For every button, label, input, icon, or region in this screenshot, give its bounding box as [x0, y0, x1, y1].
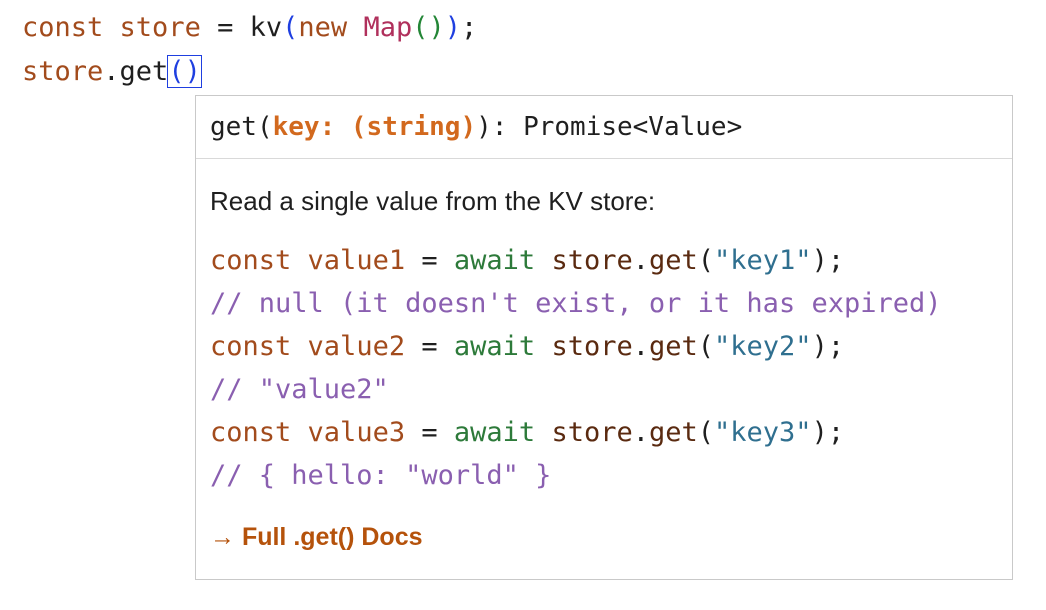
example-variable: value2 — [307, 331, 406, 362]
function-signature: get(key: (string)): Promise<Value> — [196, 96, 1012, 159]
example-string: "key3" — [714, 417, 812, 448]
example-method: get — [648, 245, 698, 276]
example-string: "key1" — [714, 245, 812, 276]
example-paren-close: ); — [811, 245, 845, 276]
example-method: get — [648, 417, 698, 448]
example-dot: . — [632, 331, 649, 362]
method-get: get — [119, 56, 169, 87]
description-text: Read a single value from the KV store: — [210, 186, 656, 216]
code-line-1[interactable]: const store = kv(new Map()); — [22, 6, 477, 50]
example-dot: . — [632, 417, 649, 448]
cursor-parens[interactable]: () — [167, 55, 202, 88]
example-line: const value1 = await store.get("key1"); — [210, 239, 1012, 282]
signature-active-param: key: (string) — [272, 112, 477, 142]
example-line: // { hello: "world" } — [210, 454, 1012, 497]
example-paren-close: ); — [811, 417, 845, 448]
signature-prefix: get( — [210, 112, 273, 142]
example-paren-open: ( — [697, 331, 715, 362]
paren-inner: () — [412, 12, 445, 43]
example-method: get — [648, 331, 698, 362]
example-variable: value3 — [307, 417, 406, 448]
example-await: await — [453, 245, 536, 276]
example-variable: value1 — [307, 245, 406, 276]
variable-store: store — [119, 12, 201, 43]
example-await: await — [453, 417, 536, 448]
example-operator: = — [421, 331, 438, 362]
object-store: store — [22, 56, 104, 87]
example-comment: // null (it doesn't exist, or it has exp… — [210, 288, 942, 319]
example-keyword: const — [210, 331, 292, 362]
example-keyword: const — [210, 245, 292, 276]
example-comment: // { hello: "world" } — [210, 460, 552, 491]
keyword-const: const — [22, 12, 104, 43]
popup-body: Read a single value from the KV store: c… — [196, 159, 1012, 557]
paren-open: ( — [282, 12, 299, 43]
example-line: const value2 = await store.get("key2"); — [210, 325, 1012, 368]
code-editor[interactable]: const store = kv(new Map()); store.get() — [22, 6, 477, 94]
signature-suffix: ): Promise<Value> — [476, 112, 743, 142]
code-line-2[interactable]: store.get() — [22, 50, 477, 94]
example-line: // "value2" — [210, 368, 1012, 411]
example-line: const value3 = await store.get("key3"); — [210, 411, 1012, 454]
function-kv: kv — [249, 12, 283, 43]
operator-assign: = — [217, 12, 234, 43]
example-comment: // "value2" — [210, 374, 389, 405]
example-operator: = — [421, 245, 438, 276]
code-example: const value1 = await store.get("key1"); /… — [210, 239, 1012, 497]
example-object: store — [551, 245, 633, 276]
example-paren-close: ); — [811, 331, 845, 362]
example-keyword: const — [210, 417, 292, 448]
full-docs-link[interactable]: → Full .get() Docs — [210, 517, 1012, 557]
signature-help-popup: get(key: (string)): Promise<Value> Read … — [195, 95, 1013, 580]
keyword-new: new — [298, 12, 348, 43]
example-object: store — [551, 417, 633, 448]
example-await: await — [453, 331, 536, 362]
example-paren-open: ( — [697, 417, 715, 448]
class-map: Map — [363, 12, 413, 43]
semicolon: ; — [461, 12, 478, 43]
example-operator: = — [421, 417, 438, 448]
example-line: // null (it doesn't exist, or it has exp… — [210, 282, 1012, 325]
paren-close: ) — [444, 12, 462, 43]
dot-accessor: . — [103, 56, 120, 87]
example-dot: . — [632, 245, 649, 276]
example-object: store — [551, 331, 633, 362]
example-paren-open: ( — [697, 245, 715, 276]
example-string: "key2" — [714, 331, 812, 362]
